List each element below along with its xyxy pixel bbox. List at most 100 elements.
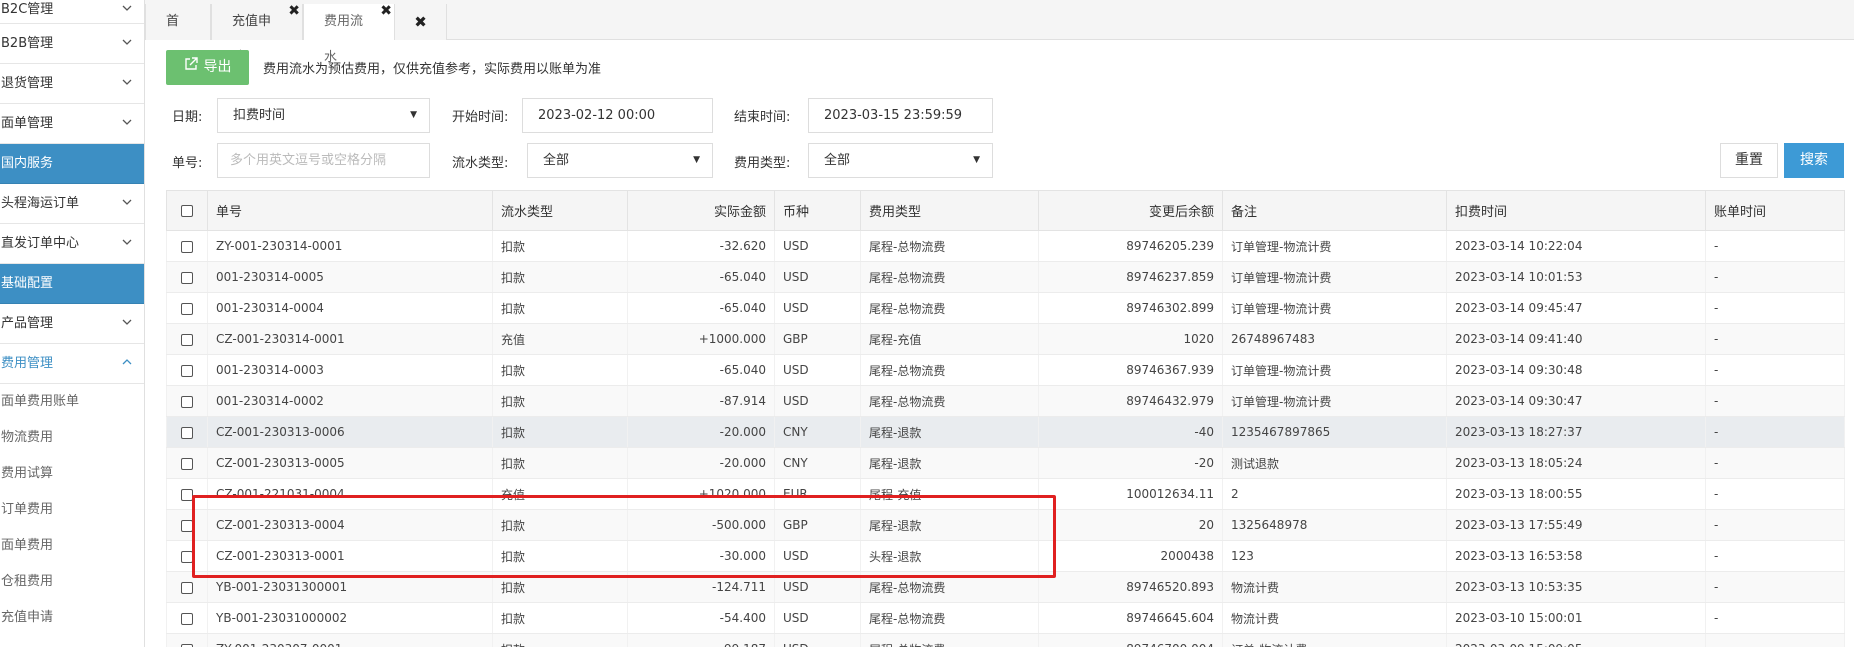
sidebar-subitem[interactable]: 充值申请 xyxy=(0,600,144,636)
date-type-select[interactable]: 扣费时间 ▼ xyxy=(217,98,430,133)
table-row[interactable]: CZ-001-230313-0005 扣款 -20.000 CNY 尾程-退款 -20 测试… xyxy=(166,447,1845,479)
row-checkbox-cell[interactable] xyxy=(166,633,208,647)
row-checkbox-cell[interactable] xyxy=(166,354,208,386)
sidebar-item[interactable]: 退货管理 xyxy=(0,64,144,104)
checkbox[interactable] xyxy=(181,395,193,408)
reset-button[interactable]: 重置 xyxy=(1720,143,1778,178)
row-checkbox-cell[interactable] xyxy=(166,292,208,324)
sidebar-item[interactable]: 面单管理 xyxy=(0,104,144,144)
checkbox[interactable] xyxy=(181,488,193,501)
col-flow-type[interactable]: 流水类型 xyxy=(492,190,628,231)
select-all-checkbox[interactable] xyxy=(166,190,208,231)
checkbox[interactable] xyxy=(181,550,193,563)
checkbox[interactable] xyxy=(181,519,193,532)
col-order-no[interactable]: 单号 xyxy=(207,190,493,231)
tab-home[interactable]: 首页 xyxy=(145,4,211,65)
col-remark[interactable]: 备注 xyxy=(1222,190,1447,231)
table-cell: 扣款 xyxy=(492,633,628,647)
checkbox[interactable] xyxy=(181,333,193,346)
table-row[interactable]: 001-230314-0003 扣款 -65.040 USD 尾程-总物流费 897463… xyxy=(166,354,1845,386)
col-actual-amount[interactable]: 实际金额 xyxy=(627,190,775,231)
col-deduct-time[interactable]: 扣费时间 xyxy=(1446,190,1706,231)
table-row[interactable]: ZY-001-230314-0001 扣款 -32.620 USD 尾程-总物流费 897… xyxy=(166,230,1845,262)
col-balance-after[interactable]: 变更后余额 xyxy=(1038,190,1223,231)
checkbox[interactable] xyxy=(181,364,193,377)
table-cell: 2023-03-14 10:22:04 xyxy=(1446,230,1706,262)
close-all-tabs-icon[interactable]: ✖ xyxy=(395,4,447,40)
checkbox[interactable] xyxy=(181,240,193,253)
start-time-input[interactable]: 2023-02-12 00:00 xyxy=(522,98,713,133)
export-button[interactable]: 导出 xyxy=(166,50,249,85)
table-cell: 扣款 xyxy=(492,416,628,448)
checkbox[interactable] xyxy=(181,204,193,217)
checkbox[interactable] xyxy=(181,302,193,315)
row-checkbox-cell[interactable] xyxy=(166,571,208,603)
row-checkbox-cell[interactable] xyxy=(166,416,208,448)
sidebar-item[interactable]: 国内服务 xyxy=(0,144,144,184)
row-checkbox-cell[interactable] xyxy=(166,540,208,572)
sidebar-item[interactable]: B2C管理 xyxy=(0,0,144,24)
col-fee-type[interactable]: 费用类型 xyxy=(860,190,1039,231)
sidebar-subitem[interactable]: 订单费用 xyxy=(0,492,144,528)
table-cell: 扣款 xyxy=(492,571,628,603)
table-row[interactable]: ZY-001-230307-0001扣款-99.187USD尾程-总物流费897… xyxy=(166,633,1845,647)
table-cell: 2023-03-09 15:09:05 xyxy=(1446,633,1706,647)
sidebar-item[interactable]: 基础配置 xyxy=(0,264,144,304)
table-row[interactable]: 001-230314-0005 扣款 -65.040 USD 尾程-总物流费 897462… xyxy=(166,261,1845,293)
sidebar-item[interactable]: 直发订单中心 xyxy=(0,224,144,264)
sidebar-item[interactable]: B2B管理 xyxy=(0,24,144,64)
table-cell: - xyxy=(1705,261,1845,293)
flow-type-label: 流水类型: xyxy=(452,156,509,171)
checkbox[interactable] xyxy=(181,271,193,284)
table-row[interactable]: 001-230314-0002 扣款 -87.914 USD 尾程-总物流费 897464… xyxy=(166,385,1845,417)
checkbox[interactable] xyxy=(181,643,193,647)
sidebar-subitem[interactable]: 面单费用 xyxy=(0,528,144,564)
tab-recharge-request[interactable]: 充值申请 ✖ xyxy=(211,3,303,65)
table-row[interactable]: CZ-001-230314-0001 充值 +1000.000 GBP 尾程-充值 102… xyxy=(166,323,1845,355)
chevron-down-icon xyxy=(122,304,132,344)
checkbox[interactable] xyxy=(181,612,193,625)
row-checkbox-cell[interactable] xyxy=(166,478,208,510)
row-checkbox-cell[interactable] xyxy=(166,385,208,417)
table-row[interactable]: 001-230314-0004 扣款 -65.040 USD 尾程-总物流费 897463… xyxy=(166,292,1845,324)
table-row[interactable]: YB-001-23031300001 扣款 -124.711 USD 尾程-总物流费 89… xyxy=(166,571,1845,603)
tab-fee-flow[interactable]: 费用流水 ✖ xyxy=(303,3,395,65)
row-checkbox-cell[interactable] xyxy=(166,602,208,634)
sidebar-item-label: 退货管理 xyxy=(1,76,54,91)
end-time-input[interactable]: 2023-03-15 23:59:59 xyxy=(808,98,993,133)
table-cell: 89746700.004 xyxy=(1038,633,1223,647)
close-icon[interactable]: ✖ xyxy=(380,0,392,29)
sidebar-subitem[interactable]: 费用试算 xyxy=(0,456,144,492)
sidebar-subitem[interactable]: 仓租费用 xyxy=(0,564,144,600)
checkbox[interactable] xyxy=(181,581,193,594)
table-cell: 尾程-退款 xyxy=(860,416,1039,448)
search-button[interactable]: 搜索 xyxy=(1784,143,1844,178)
table-cell: 2023-03-13 16:53:58 xyxy=(1446,540,1706,572)
checkbox[interactable] xyxy=(181,457,193,470)
order-no-input[interactable]: 多个用英文逗号或空格分隔 xyxy=(217,143,430,178)
checkbox[interactable] xyxy=(181,426,193,439)
row-checkbox-cell[interactable] xyxy=(166,323,208,355)
sidebar-subitem[interactable]: 面单费用账单 xyxy=(0,384,144,420)
sidebar-item[interactable]: 产品管理 xyxy=(0,304,144,344)
table-row[interactable]: CZ-001-230313-0001 扣款 -30.000 USD 头程-退款 20004… xyxy=(166,540,1845,572)
table-cell: CZ-001-221031-0004 xyxy=(207,478,493,510)
table-cell: GBP xyxy=(774,323,861,355)
flow-type-select[interactable]: 全部 ▼ xyxy=(527,143,713,178)
row-checkbox-cell[interactable] xyxy=(166,447,208,479)
sidebar-item[interactable]: 费用管理 xyxy=(0,344,144,384)
col-currency[interactable]: 币种 xyxy=(774,190,861,231)
table-row[interactable]: CZ-001-230313-0004 扣款 -500.000 GBP 尾程-退款 20 13… xyxy=(166,509,1845,541)
sidebar-item[interactable]: 头程海运订单 xyxy=(0,184,144,224)
col-bill-time[interactable]: 账单时间 xyxy=(1705,190,1845,231)
close-icon[interactable]: ✖ xyxy=(288,0,300,29)
fee-type-select[interactable]: 全部 ▼ xyxy=(808,143,993,178)
table-row[interactable]: CZ-001-221031-0004 充值 +1020.000 EUR 尾程-充值 100… xyxy=(166,478,1845,510)
table-cell: -30.000 xyxy=(627,540,775,572)
row-checkbox-cell[interactable] xyxy=(166,261,208,293)
table-row[interactable]: CZ-001-230313-0006 扣款 -20.000 CNY 尾程-退款 -40 12… xyxy=(166,416,1845,448)
row-checkbox-cell[interactable] xyxy=(166,509,208,541)
sidebar-subitem[interactable]: 物流费用 xyxy=(0,420,144,456)
table-row[interactable]: YB-001-23031000002 扣款 -54.400 USD 尾程-总物流费 897… xyxy=(166,602,1845,634)
row-checkbox-cell[interactable] xyxy=(166,230,208,262)
